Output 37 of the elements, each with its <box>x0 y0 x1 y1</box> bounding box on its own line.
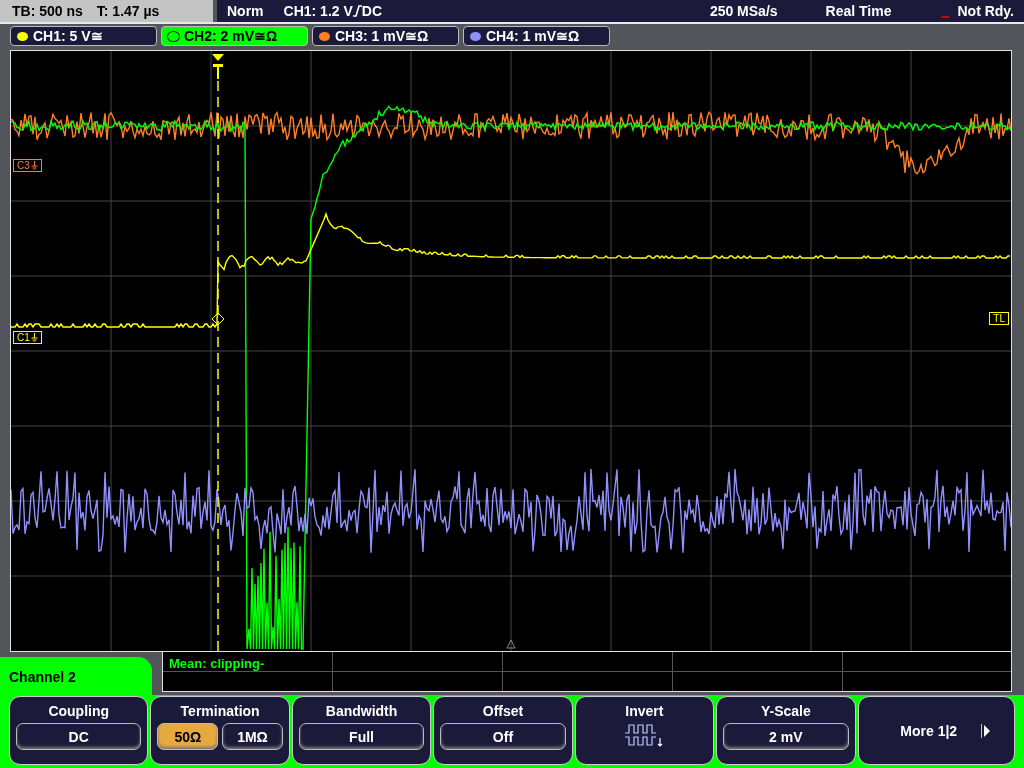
value-button[interactable]: 2 mV <box>723 723 849 750</box>
key-title: Coupling <box>48 703 110 719</box>
key-title: Offset <box>482 703 524 719</box>
trigger-source: CH1: 1.2 V <box>283 3 353 19</box>
sample-rate: 250 MSa/s <box>709 3 778 19</box>
key-title: Invert <box>625 703 664 719</box>
channel-tab[interactable]: CH3: 1 mV≅Ω <box>312 26 459 46</box>
measurement-text: Mean: clipping- <box>169 656 265 671</box>
trigger-time: T: 1.47 µs <box>96 3 160 19</box>
menu-key[interactable]: Invert <box>574 696 715 765</box>
channel-tab[interactable]: CH1: 5 V≅ <box>10 26 157 46</box>
invert-waveform-icon <box>624 723 665 749</box>
value-button[interactable]: Off <box>440 723 566 750</box>
marker-label: C1 <box>17 332 30 343</box>
marker-label: C3 <box>17 160 30 171</box>
timebase: TB: 500 ns <box>12 3 83 19</box>
option-button[interactable]: 1MΩ <box>222 723 283 750</box>
key-title: Termination <box>180 703 260 719</box>
option-button[interactable]: 50Ω <box>157 723 219 750</box>
key-title: Bandwidth <box>325 703 398 719</box>
channel-tab[interactable]: CH4: 1 mV≅Ω <box>463 26 610 46</box>
trigger-coupling: DC <box>361 3 383 19</box>
acquisition-state: Not Rdy. <box>957 3 1014 19</box>
marker-label: TL <box>993 313 1005 324</box>
trigger-mode: Norm <box>227 3 264 19</box>
center-triangle-icon <box>506 639 516 649</box>
acquisition-mode: Real Time <box>825 3 892 19</box>
key-title: Y-Scale <box>760 703 811 719</box>
menu-title: Channel 2 <box>0 657 152 695</box>
trigger-level-icon <box>211 312 225 326</box>
value-button[interactable]: Full <box>298 723 425 750</box>
arrow-right-icon <box>981 723 991 738</box>
channel-tab[interactable]: CH2: 2 mV≅Ω <box>161 26 308 46</box>
status-indicator-icon <box>941 16 950 18</box>
value-button[interactable]: DC <box>16 723 142 750</box>
rising-edge-icon <box>352 5 362 17</box>
more-button[interactable]: More 1|2 <box>857 696 1015 765</box>
